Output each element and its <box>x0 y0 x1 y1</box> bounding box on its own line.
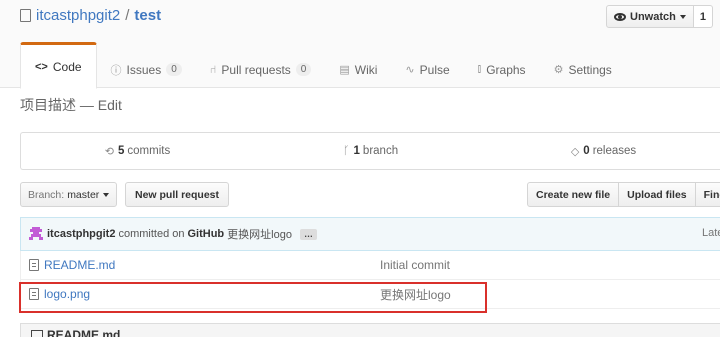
file-commit-message[interactable]: Initial commit <box>380 258 450 272</box>
tab-code[interactable]: <> Code <box>20 42 97 89</box>
create-new-file-button[interactable]: Create new file <box>527 182 620 207</box>
repo-book-icon <box>20 9 31 22</box>
eye-icon <box>614 12 626 21</box>
wiki-icon: ▤ <box>339 64 350 76</box>
tab-label: Code <box>52 59 82 74</box>
tag-icon: ◇ <box>570 145 580 158</box>
releases-count: 0 <box>583 145 590 157</box>
committed-on-label: committed on <box>118 228 185 240</box>
history-icon: ⟲ <box>104 145 114 158</box>
branch-icon: ᚴ <box>342 145 350 157</box>
tab-label: Graphs <box>486 62 526 77</box>
tab-label: Issues <box>126 62 162 77</box>
tab-label: Pulse <box>419 62 450 77</box>
highlight-box <box>19 282 487 313</box>
branch-link[interactable]: ᚴ 1 branch <box>254 133 487 169</box>
repo-description: 项目描述 — Edit <box>20 97 122 113</box>
chevron-down-icon <box>103 192 110 197</box>
watch-count[interactable]: 1 <box>693 5 713 28</box>
graph-icon: ⫾ <box>477 63 482 75</box>
book-icon <box>31 330 43 337</box>
repo-title: itcastphpgit2 / test <box>20 7 161 24</box>
commits-label: commits <box>127 145 171 157</box>
releases-label: releases <box>592 145 637 157</box>
commit-message[interactable]: 更换网址logo <box>227 226 292 242</box>
branch-select-button[interactable]: Branch: master <box>20 182 118 207</box>
commit-author[interactable]: itcastphpgit2 <box>47 228 115 240</box>
branch-label: branch <box>362 145 399 157</box>
tab-label: Pull requests <box>221 62 291 77</box>
file-icon <box>29 259 39 271</box>
repo-separator: / <box>125 7 130 24</box>
repo-tabs: <> Code ⓘ Issues 0 ⑁ Pull requests 0 ▤ W… <box>20 42 626 89</box>
file-actions: Create new file Upload files Find <box>527 182 720 207</box>
file-row: README.md Initial commit <box>21 251 720 280</box>
tab-pulse[interactable]: ∿ Pulse <box>391 51 463 88</box>
tab-settings[interactable]: ⚙ Settings <box>540 51 626 88</box>
tab-issues[interactable]: ⓘ Issues 0 <box>97 51 196 88</box>
latest-commit-link[interactable]: Late <box>702 227 720 239</box>
branch-prefix: Branch: <box>28 188 65 201</box>
repo-owner-link[interactable]: itcastphpgit2 <box>36 7 120 24</box>
gear-icon: ⚙ <box>553 64 564 76</box>
latest-commit-bar: itcastphpgit2 committed on GitHub 更换网址lo… <box>20 217 720 251</box>
unwatch-button[interactable]: Unwatch <box>606 5 694 28</box>
avatar[interactable] <box>29 227 43 241</box>
commits-count: 5 <box>118 145 125 157</box>
branch-count: 1 <box>353 145 360 157</box>
branch-name: master <box>67 188 100 201</box>
watch-group: Unwatch 1 <box>606 5 713 28</box>
unwatch-label: Unwatch <box>630 10 676 23</box>
readme-header: README.md <box>20 323 720 337</box>
tab-graphs[interactable]: ⫾ Graphs <box>464 51 540 88</box>
commit-platform: GitHub <box>187 228 225 240</box>
code-icon: <> <box>35 60 48 73</box>
repo-header: itcastphpgit2 / test Unwatch 1 <> Code ⓘ… <box>0 0 720 89</box>
file-name-link[interactable]: README.md <box>44 258 380 272</box>
readme-title: README.md <box>47 328 121 337</box>
tab-pull-requests[interactable]: ⑁ Pull requests 0 <box>196 51 326 88</box>
find-file-button[interactable]: Find <box>694 182 720 207</box>
issues-counter: 0 <box>166 63 182 76</box>
tab-wiki[interactable]: ▤ Wiki <box>325 51 391 88</box>
releases-link[interactable]: ◇ 0 releases <box>487 133 720 169</box>
pulse-icon: ∿ <box>405 64 415 76</box>
commits-link[interactable]: ⟲ 5 commits <box>21 133 254 169</box>
pull-requests-counter: 0 <box>295 63 312 76</box>
upload-files-button[interactable]: Upload files <box>618 182 696 207</box>
tab-label: Wiki <box>354 62 378 77</box>
pull-request-icon: ⑁ <box>209 63 217 76</box>
repo-name-link[interactable]: test <box>134 7 161 24</box>
commit-expand-button[interactable]: … <box>299 228 317 240</box>
repo-summary: ⟲ 5 commits ᚴ 1 branch ◇ 0 releases <box>20 132 720 170</box>
chevron-down-icon <box>679 14 686 19</box>
tab-label: Settings <box>568 62 612 77</box>
issue-icon: ⓘ <box>110 64 122 77</box>
new-pull-request-button[interactable]: New pull request <box>125 182 230 207</box>
